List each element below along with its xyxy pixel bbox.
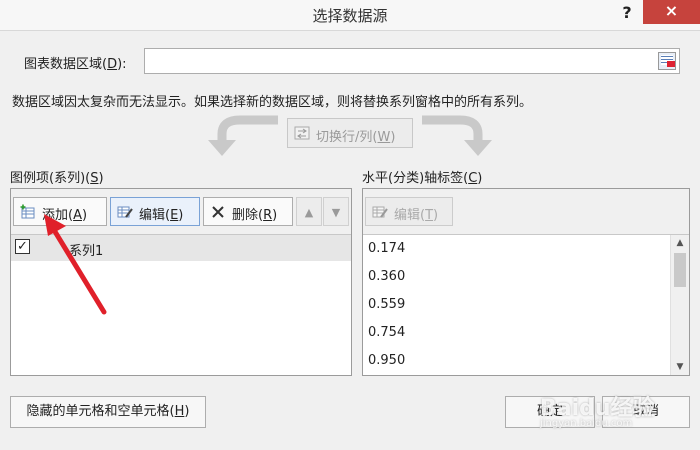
- move-series-up-button[interactable]: ▲: [296, 197, 322, 226]
- range-select-icon[interactable]: [658, 52, 676, 70]
- axis-label-item[interactable]: 0.950: [363, 347, 669, 375]
- switch-row-column-button[interactable]: 切换行/列(W): [287, 118, 413, 148]
- axis-label-list: 0.174 0.360 0.559 0.754 0.950: [363, 235, 669, 375]
- baidu-watermark-url: jingyan.baidu.com: [540, 418, 633, 429]
- remove-series-button[interactable]: 删除(R): [203, 197, 293, 226]
- title-bar: 选择数据源 ? ×: [0, 0, 700, 31]
- dialog-title: 选择数据源: [312, 7, 388, 25]
- close-button[interactable]: ×: [643, 0, 700, 24]
- edit-axis-labels-label: 编辑(T): [394, 208, 439, 223]
- switch-row-column-icon: [294, 126, 310, 140]
- scroll-thumb[interactable]: [674, 253, 686, 287]
- axis-labels-panel: 编辑(T) 0.174 0.360 0.559 0.754 0.950 ▲ ▼: [362, 188, 690, 376]
- series-checkbox[interactable]: ✓: [15, 239, 30, 254]
- help-button[interactable]: ?: [615, 1, 639, 27]
- scroll-up-icon[interactable]: ▲: [671, 235, 689, 251]
- annotation-arrow: [44, 214, 107, 315]
- axis-label-item[interactable]: 0.754: [363, 319, 669, 347]
- axis-label-item[interactable]: 0.559: [363, 291, 669, 319]
- axis-section-label: 水平(分类)轴标签(C): [362, 171, 483, 186]
- edit-series-button[interactable]: 编辑(E): [110, 197, 200, 226]
- legend-section-label: 图例项(系列)(S): [10, 171, 104, 186]
- axis-label-item[interactable]: 0.360: [363, 263, 669, 291]
- hidden-empty-cells-button[interactable]: 隐藏的单元格和空单元格(H): [10, 396, 206, 428]
- chart-range-label: 图表数据区域(D):: [24, 57, 127, 72]
- switch-row-column-label: 切换行/列(W): [316, 130, 396, 145]
- remove-series-label: 删除(R): [232, 208, 278, 223]
- axis-list-scrollbar[interactable]: ▲ ▼: [670, 235, 689, 375]
- add-series-icon: [20, 204, 35, 219]
- chart-range-input[interactable]: [144, 48, 680, 74]
- edit-series-label: 编辑(E): [139, 208, 184, 223]
- edit-axis-labels-button[interactable]: 编辑(T): [365, 197, 453, 226]
- move-series-down-button[interactable]: ▼: [323, 197, 349, 226]
- axis-toolbar: 编辑(T): [363, 189, 689, 235]
- edit-icon: [372, 206, 388, 218]
- scroll-down-icon[interactable]: ▼: [671, 359, 689, 375]
- axis-label-item[interactable]: 0.174: [363, 235, 669, 263]
- delete-icon: [212, 206, 224, 218]
